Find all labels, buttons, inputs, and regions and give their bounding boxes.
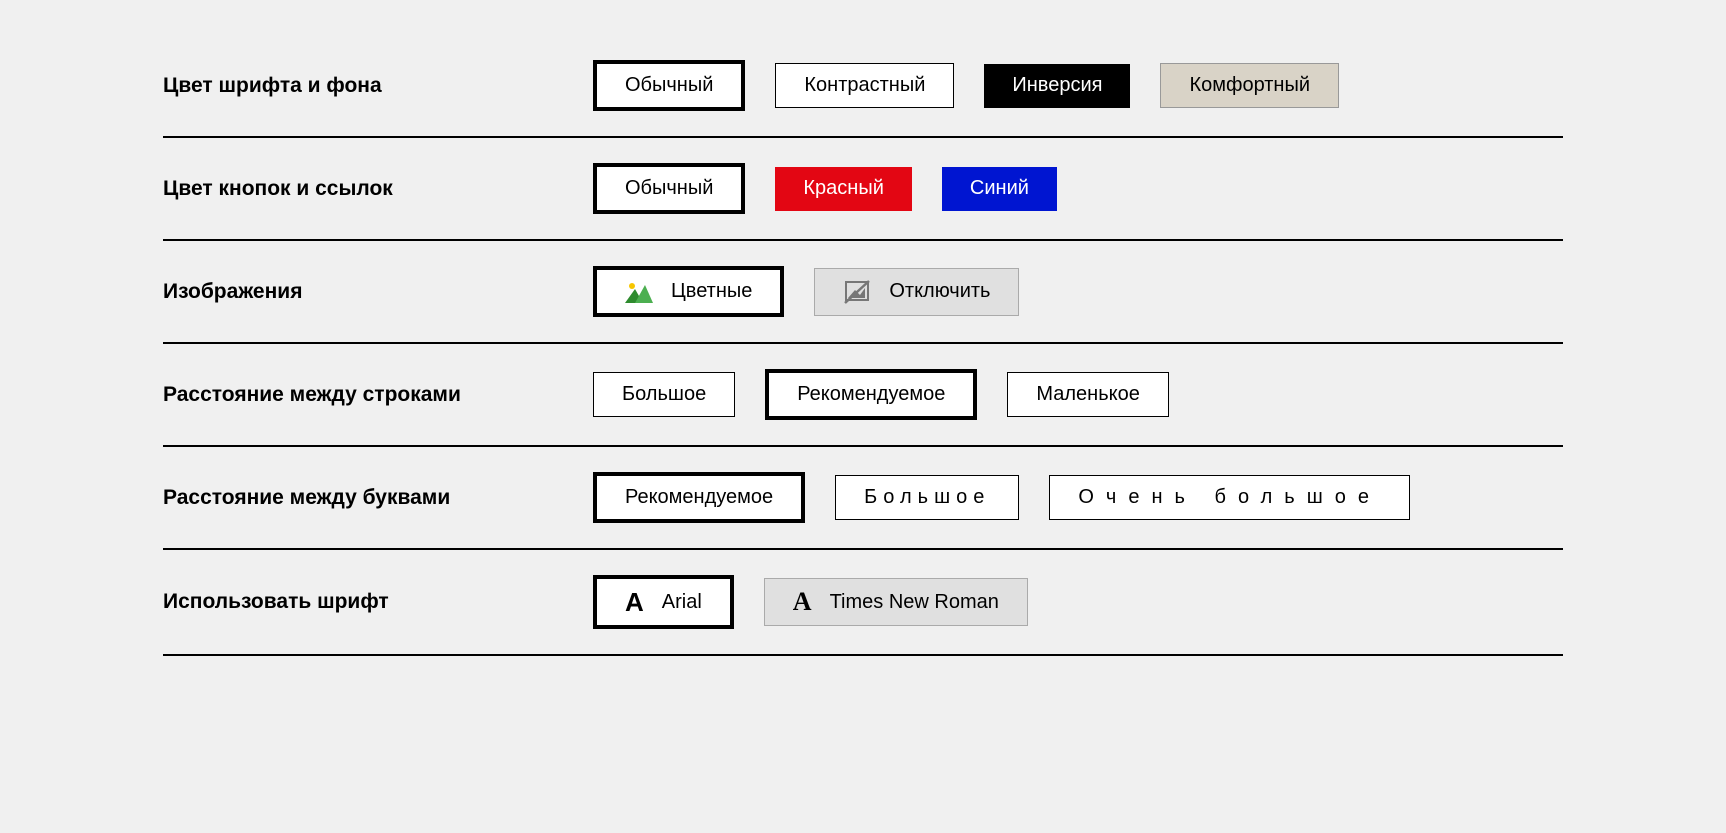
options-images: Цветные Отключить xyxy=(593,266,1019,317)
images-color-label: Цветные xyxy=(671,280,752,303)
color-scheme-inverse-button[interactable]: Инверсия xyxy=(984,64,1130,108)
accessibility-settings-panel: Цвет шрифта и фона Обычный Контрастный И… xyxy=(163,60,1563,656)
label-font: Использовать шрифт xyxy=(163,590,563,614)
image-off-icon xyxy=(843,279,871,305)
images-off-button[interactable]: Отключить xyxy=(814,268,1019,316)
color-scheme-comfort-button[interactable]: Комфортный xyxy=(1160,63,1339,108)
font-times-button[interactable]: A Times New Roman xyxy=(764,578,1028,626)
label-letter-spacing: Расстояние между буквами xyxy=(163,486,563,510)
font-arial-label: Arial xyxy=(662,591,702,614)
color-scheme-contrast-button[interactable]: Контрастный xyxy=(775,63,954,108)
options-color-scheme: Обычный Контрастный Инверсия Комфортный xyxy=(593,60,1339,111)
row-link-color: Цвет кнопок и ссылок Обычный Красный Син… xyxy=(163,138,1563,241)
link-color-normal-button[interactable]: Обычный xyxy=(593,163,745,214)
row-font: Использовать шрифт A Arial A Times New R… xyxy=(163,550,1563,656)
label-images: Изображения xyxy=(163,280,563,304)
font-arial-button[interactable]: A Arial xyxy=(593,575,734,629)
options-link-color: Обычный Красный Синий xyxy=(593,163,1057,214)
letter-spacing-recommended-button[interactable]: Рекомендуемое xyxy=(593,472,805,523)
label-line-spacing: Расстояние между строками xyxy=(163,383,563,407)
label-link-color: Цвет кнопок и ссылок xyxy=(163,177,563,201)
letter-spacing-large-button[interactable]: Большое xyxy=(835,475,1019,520)
row-line-spacing: Расстояние между строками Большое Рекоме… xyxy=(163,344,1563,447)
font-sans-icon: A xyxy=(625,589,644,615)
letter-spacing-xlarge-button[interactable]: Очень большое xyxy=(1049,475,1410,520)
row-color-scheme: Цвет шрифта и фона Обычный Контрастный И… xyxy=(163,60,1563,138)
color-scheme-normal-button[interactable]: Обычный xyxy=(593,60,745,111)
row-images: Изображения Цветные xyxy=(163,241,1563,344)
image-color-icon xyxy=(625,281,653,303)
images-color-button[interactable]: Цветные xyxy=(593,266,784,317)
line-spacing-large-button[interactable]: Большое xyxy=(593,372,735,417)
link-color-red-button[interactable]: Красный xyxy=(775,167,912,211)
line-spacing-small-button[interactable]: Маленькое xyxy=(1007,372,1169,417)
options-font: A Arial A Times New Roman xyxy=(593,575,1028,629)
label-color-scheme: Цвет шрифта и фона xyxy=(163,74,563,98)
row-letter-spacing: Расстояние между буквами Рекомендуемое Б… xyxy=(163,447,1563,550)
options-letter-spacing: Рекомендуемое Большое Очень большое xyxy=(593,472,1410,523)
line-spacing-recommended-button[interactable]: Рекомендуемое xyxy=(765,369,977,420)
options-line-spacing: Большое Рекомендуемое Маленькое xyxy=(593,369,1169,420)
link-color-blue-button[interactable]: Синий xyxy=(942,167,1057,211)
font-times-label: Times New Roman xyxy=(830,591,999,614)
font-serif-icon: A xyxy=(793,589,812,615)
images-off-label: Отключить xyxy=(889,280,990,303)
